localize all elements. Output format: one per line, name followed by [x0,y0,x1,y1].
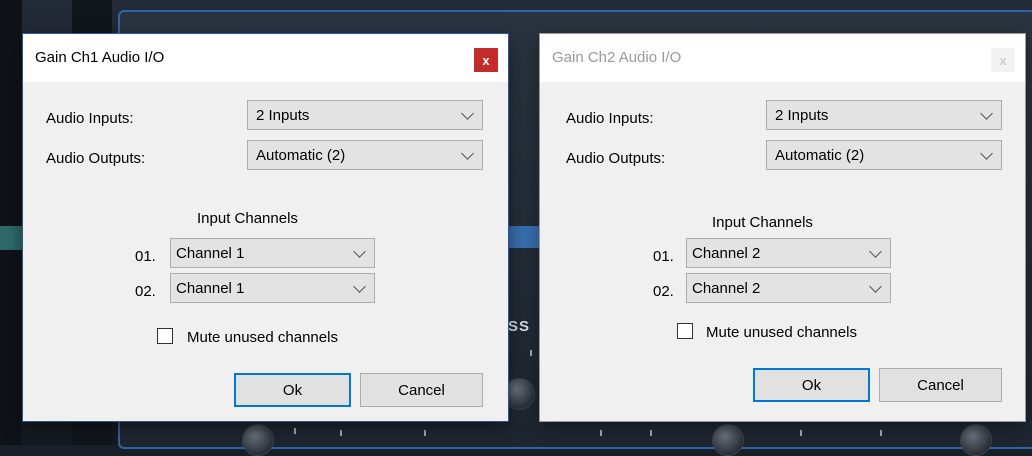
audio-outputs-label: Audio Outputs: [46,150,146,167]
knob-tick [880,430,882,436]
knob-tick [800,430,802,436]
audio-inputs-select[interactable]: 2 Inputs [766,100,1002,130]
dialog-title: Gain Ch2 Audio I/O [552,49,682,66]
knob-tick [600,430,602,436]
close-button[interactable]: x [991,48,1015,72]
plugin-knob[interactable] [712,424,744,456]
audio-outputs-value: Automatic (2) [775,147,865,164]
chevron-down-icon [353,245,366,258]
channel-number: 02. [653,283,674,300]
dialog-titlebar[interactable]: Gain Ch1 Audio I/O x [23,34,508,82]
plugin-left-bar [0,0,22,445]
chevron-down-icon [980,147,993,160]
knob-tick [424,430,426,436]
input-channel-value: Channel 1 [176,280,245,297]
ok-button-label: Ok [282,381,303,399]
chevron-down-icon [980,107,993,120]
plugin-knob[interactable] [960,424,992,456]
input-channel-select-2[interactable]: Channel 1 [170,273,375,303]
ok-button-label: Ok [801,376,822,394]
chevron-down-icon [461,147,474,160]
close-icon: x [482,52,490,68]
input-channels-title: Input Channels [712,214,813,231]
chevron-down-icon [353,280,366,293]
chevron-down-icon [869,245,882,258]
channel-number: 01. [135,248,156,265]
mute-unused-checkbox[interactable] [157,328,173,344]
dialog-titlebar[interactable]: Gain Ch2 Audio I/O x [540,34,1025,82]
audio-inputs-select[interactable]: 2 Inputs [247,100,483,130]
plugin-knob[interactable] [242,424,274,456]
audio-io-dialog-ch2: Gain Ch2 Audio I/O x Audio Inputs: 2 Inp… [540,34,1025,421]
mute-unused-label[interactable]: Mute unused channels [706,324,857,341]
input-channel-value: Channel 2 [692,280,761,297]
mute-unused-label[interactable]: Mute unused channels [187,329,338,346]
cancel-button[interactable]: Cancel [360,373,483,407]
audio-outputs-select[interactable]: Automatic (2) [247,140,483,170]
audio-inputs-value: 2 Inputs [775,107,829,124]
close-button[interactable]: x [474,48,498,72]
input-channels-title: Input Channels [197,210,298,227]
close-icon: x [999,52,1007,68]
audio-inputs-value: 2 Inputs [256,107,310,124]
knob-tick [530,350,532,356]
ok-button[interactable]: Ok [753,368,870,402]
cancel-button-label: Cancel [398,381,445,399]
audio-inputs-label: Audio Inputs: [46,110,134,127]
input-channel-value: Channel 2 [692,245,761,262]
channel-number: 01. [653,248,674,265]
input-channel-select-1[interactable]: Channel 2 [686,238,891,268]
audio-io-dialog-ch1: Gain Ch1 Audio I/O x Audio Inputs: 2 Inp… [23,34,508,421]
input-channel-select-1[interactable]: Channel 1 [170,238,375,268]
audio-outputs-value: Automatic (2) [256,147,346,164]
ok-button[interactable]: Ok [234,373,351,407]
knob-tick [294,428,296,434]
plugin-knob-label: SS [508,318,531,335]
audio-outputs-select[interactable]: Automatic (2) [766,140,1002,170]
chevron-down-icon [869,280,882,293]
cancel-button-label: Cancel [917,376,964,394]
mute-unused-checkbox[interactable] [677,323,693,339]
audio-outputs-label: Audio Outputs: [566,150,666,167]
cancel-button[interactable]: Cancel [879,368,1002,402]
channel-number: 02. [135,283,156,300]
knob-tick [340,430,342,436]
knob-tick [650,430,652,436]
chevron-down-icon [461,107,474,120]
plugin-teal-meter [0,226,22,250]
audio-inputs-label: Audio Inputs: [566,110,654,127]
input-channel-value: Channel 1 [176,245,245,262]
input-channel-select-2[interactable]: Channel 2 [686,273,891,303]
dialog-title: Gain Ch1 Audio I/O [35,49,165,66]
